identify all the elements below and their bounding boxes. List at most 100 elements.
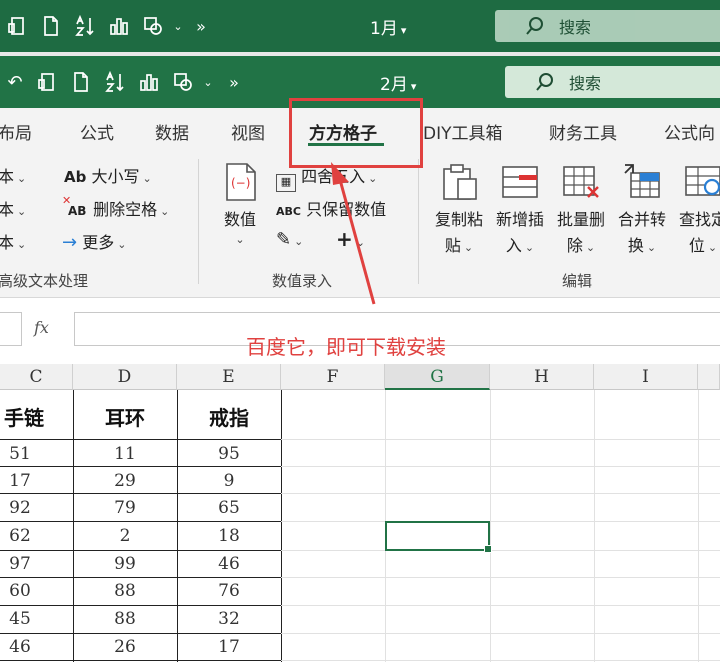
new-file-icon[interactable] bbox=[34, 12, 68, 40]
column-header-c[interactable]: C bbox=[0, 364, 73, 390]
insert-button[interactable]: 新增插入 ⌄ bbox=[491, 161, 549, 261]
table-cell[interactable]: 95 bbox=[177, 444, 281, 464]
insert-symbol-button[interactable]: + ⌄ bbox=[336, 227, 365, 251]
more-button[interactable]: → 更多 ⌄ bbox=[62, 229, 126, 253]
edit-input-button[interactable]: ✎ ⌄ bbox=[276, 229, 303, 250]
table-cell[interactable]: 51 bbox=[0, 444, 50, 464]
header-cell-earring[interactable]: 耳环 bbox=[73, 402, 177, 431]
keep-number-button[interactable]: ABC 只保留数值 bbox=[276, 196, 386, 220]
chart-icon[interactable] bbox=[132, 68, 166, 96]
table-cell[interactable]: 32 bbox=[177, 609, 281, 629]
quick-print-icon[interactable] bbox=[30, 68, 64, 96]
text-tool-3[interactable]: 本 ⌄ bbox=[0, 229, 26, 253]
more-commands-icon[interactable]: » bbox=[216, 68, 252, 96]
table-cell[interactable]: 2 bbox=[73, 526, 177, 546]
header-cell-bracelet[interactable]: 手链 bbox=[0, 402, 54, 431]
table-cell[interactable]: 88 bbox=[73, 609, 177, 629]
new-file-icon[interactable] bbox=[64, 68, 98, 96]
chart-icon[interactable] bbox=[102, 12, 136, 40]
tab-view[interactable]: 视图 bbox=[231, 119, 265, 144]
batch-delete-button[interactable]: 批量删除 ⌄ bbox=[552, 161, 610, 261]
table-cell[interactable]: 65 bbox=[177, 498, 281, 518]
group-separator bbox=[198, 159, 199, 284]
highlight-box bbox=[289, 98, 423, 168]
column-header-e[interactable]: E bbox=[177, 364, 281, 390]
tab-diy-toolbox[interactable]: DIY工具箱 bbox=[423, 119, 503, 144]
more-commands-icon[interactable]: » bbox=[186, 12, 216, 40]
column-header-f[interactable]: F bbox=[281, 364, 385, 390]
merge-convert-label: 合并转换 ⌄ bbox=[613, 207, 671, 261]
quick-access-toolbar: ↶ ⌄ » bbox=[0, 68, 252, 96]
group-label-text: 高级文本处理 bbox=[0, 272, 89, 290]
table-cell[interactable]: 46 bbox=[177, 554, 281, 574]
table-cell[interactable]: 45 bbox=[0, 609, 50, 629]
table-cell[interactable]: 88 bbox=[73, 581, 177, 601]
shapes-icon[interactable] bbox=[166, 68, 200, 96]
value-button[interactable]: (−) 数值 ⌄ bbox=[212, 161, 268, 246]
sort-az-icon[interactable] bbox=[98, 68, 132, 96]
table-cell[interactable]: 60 bbox=[0, 581, 50, 601]
shapes-icon[interactable] bbox=[136, 12, 170, 40]
delete-space-button[interactable]: ✕ AB 删除空格 ⌄ bbox=[62, 194, 169, 220]
group-separator bbox=[418, 159, 419, 284]
chevron-down-icon[interactable]: ⌄ bbox=[170, 12, 186, 40]
column-header-g[interactable]: G bbox=[385, 364, 490, 390]
text-tool-1[interactable]: 本 ⌄ bbox=[0, 163, 26, 187]
table-cell[interactable]: 18 bbox=[177, 526, 281, 546]
chevron-down-icon: ⌄ bbox=[117, 238, 127, 251]
tab-formula-wizard[interactable]: 公式向 bbox=[664, 119, 715, 144]
text-tool-2[interactable]: 本 ⌄ bbox=[0, 196, 26, 220]
tab-data[interactable]: 数据 bbox=[155, 119, 189, 144]
label-line2: 换 bbox=[627, 236, 644, 255]
tab-formulas[interactable]: 公式 bbox=[80, 119, 114, 144]
table-cell[interactable]: 29 bbox=[73, 471, 177, 491]
table-cell[interactable]: 79 bbox=[73, 498, 177, 518]
sort-az-icon[interactable] bbox=[68, 12, 102, 40]
file-name-back[interactable]: 1月 ▾ bbox=[370, 14, 406, 39]
selected-cell[interactable] bbox=[385, 521, 492, 553]
delete-space-icon: ✕ AB bbox=[62, 194, 88, 219]
insert-function-icon[interactable]: fx bbox=[34, 318, 49, 337]
tab-layout[interactable]: 布局 bbox=[0, 119, 32, 144]
search-box[interactable]: 搜索 bbox=[505, 66, 720, 98]
file-name-front[interactable]: 2月 ▾ bbox=[380, 70, 416, 95]
table-cell[interactable]: 17 bbox=[0, 471, 50, 491]
arrow-right-icon: → bbox=[62, 232, 78, 253]
table-cell[interactable]: 92 bbox=[0, 498, 50, 518]
value-icon: (−) bbox=[219, 161, 261, 203]
edit-pen-icon: ✎ bbox=[276, 229, 292, 250]
label-line1: 查找定 bbox=[678, 210, 720, 229]
grid-line bbox=[490, 390, 491, 662]
name-box[interactable] bbox=[0, 312, 22, 346]
column-header-partial[interactable] bbox=[698, 364, 720, 390]
table-cell[interactable]: 97 bbox=[0, 554, 50, 574]
case-button[interactable]: Ab 大小写 ⌄ bbox=[64, 163, 152, 187]
table-cell[interactable]: 99 bbox=[73, 554, 177, 574]
find-locate-icon bbox=[682, 161, 720, 203]
copy-paste-button[interactable]: 复制粘贴 ⌄ bbox=[430, 161, 488, 261]
merge-convert-button[interactable]: 合并转换 ⌄ bbox=[613, 161, 671, 261]
undo-icon[interactable]: ↶ bbox=[0, 68, 30, 96]
chevron-down-icon: ⌄ bbox=[707, 241, 718, 254]
round-label: 四舍五入 bbox=[301, 167, 366, 186]
tab-finance-tools[interactable]: 财务工具 bbox=[549, 119, 617, 144]
search-box-back[interactable]: 搜索 bbox=[495, 10, 720, 42]
header-cell-ring[interactable]: 戒指 bbox=[177, 402, 281, 431]
column-header-h[interactable]: H bbox=[490, 364, 594, 390]
table-cell[interactable]: 26 bbox=[73, 637, 177, 657]
table-cell[interactable]: 17 bbox=[177, 637, 281, 657]
search-icon bbox=[536, 73, 553, 91]
quick-print-icon[interactable] bbox=[0, 12, 34, 40]
column-header-i[interactable]: I bbox=[594, 364, 698, 390]
table-cell[interactable]: 62 bbox=[0, 526, 50, 546]
column-header-d[interactable]: D bbox=[73, 364, 177, 390]
table-cell[interactable]: 11 bbox=[73, 444, 177, 464]
grid-line bbox=[0, 577, 281, 578]
spreadsheet-grid[interactable]: C D E F G H I 手链 耳环 戒指 51 11 95 17 29 9 … bbox=[0, 364, 720, 662]
table-cell[interactable]: 76 bbox=[177, 581, 281, 601]
chevron-down-icon: ⌄ bbox=[463, 241, 474, 254]
table-cell[interactable]: 46 bbox=[0, 637, 50, 657]
chevron-down-icon[interactable]: ⌄ bbox=[200, 68, 216, 96]
find-locate-button[interactable]: 查找定位 ⌄ bbox=[674, 161, 720, 261]
table-cell[interactable]: 9 bbox=[177, 471, 281, 491]
